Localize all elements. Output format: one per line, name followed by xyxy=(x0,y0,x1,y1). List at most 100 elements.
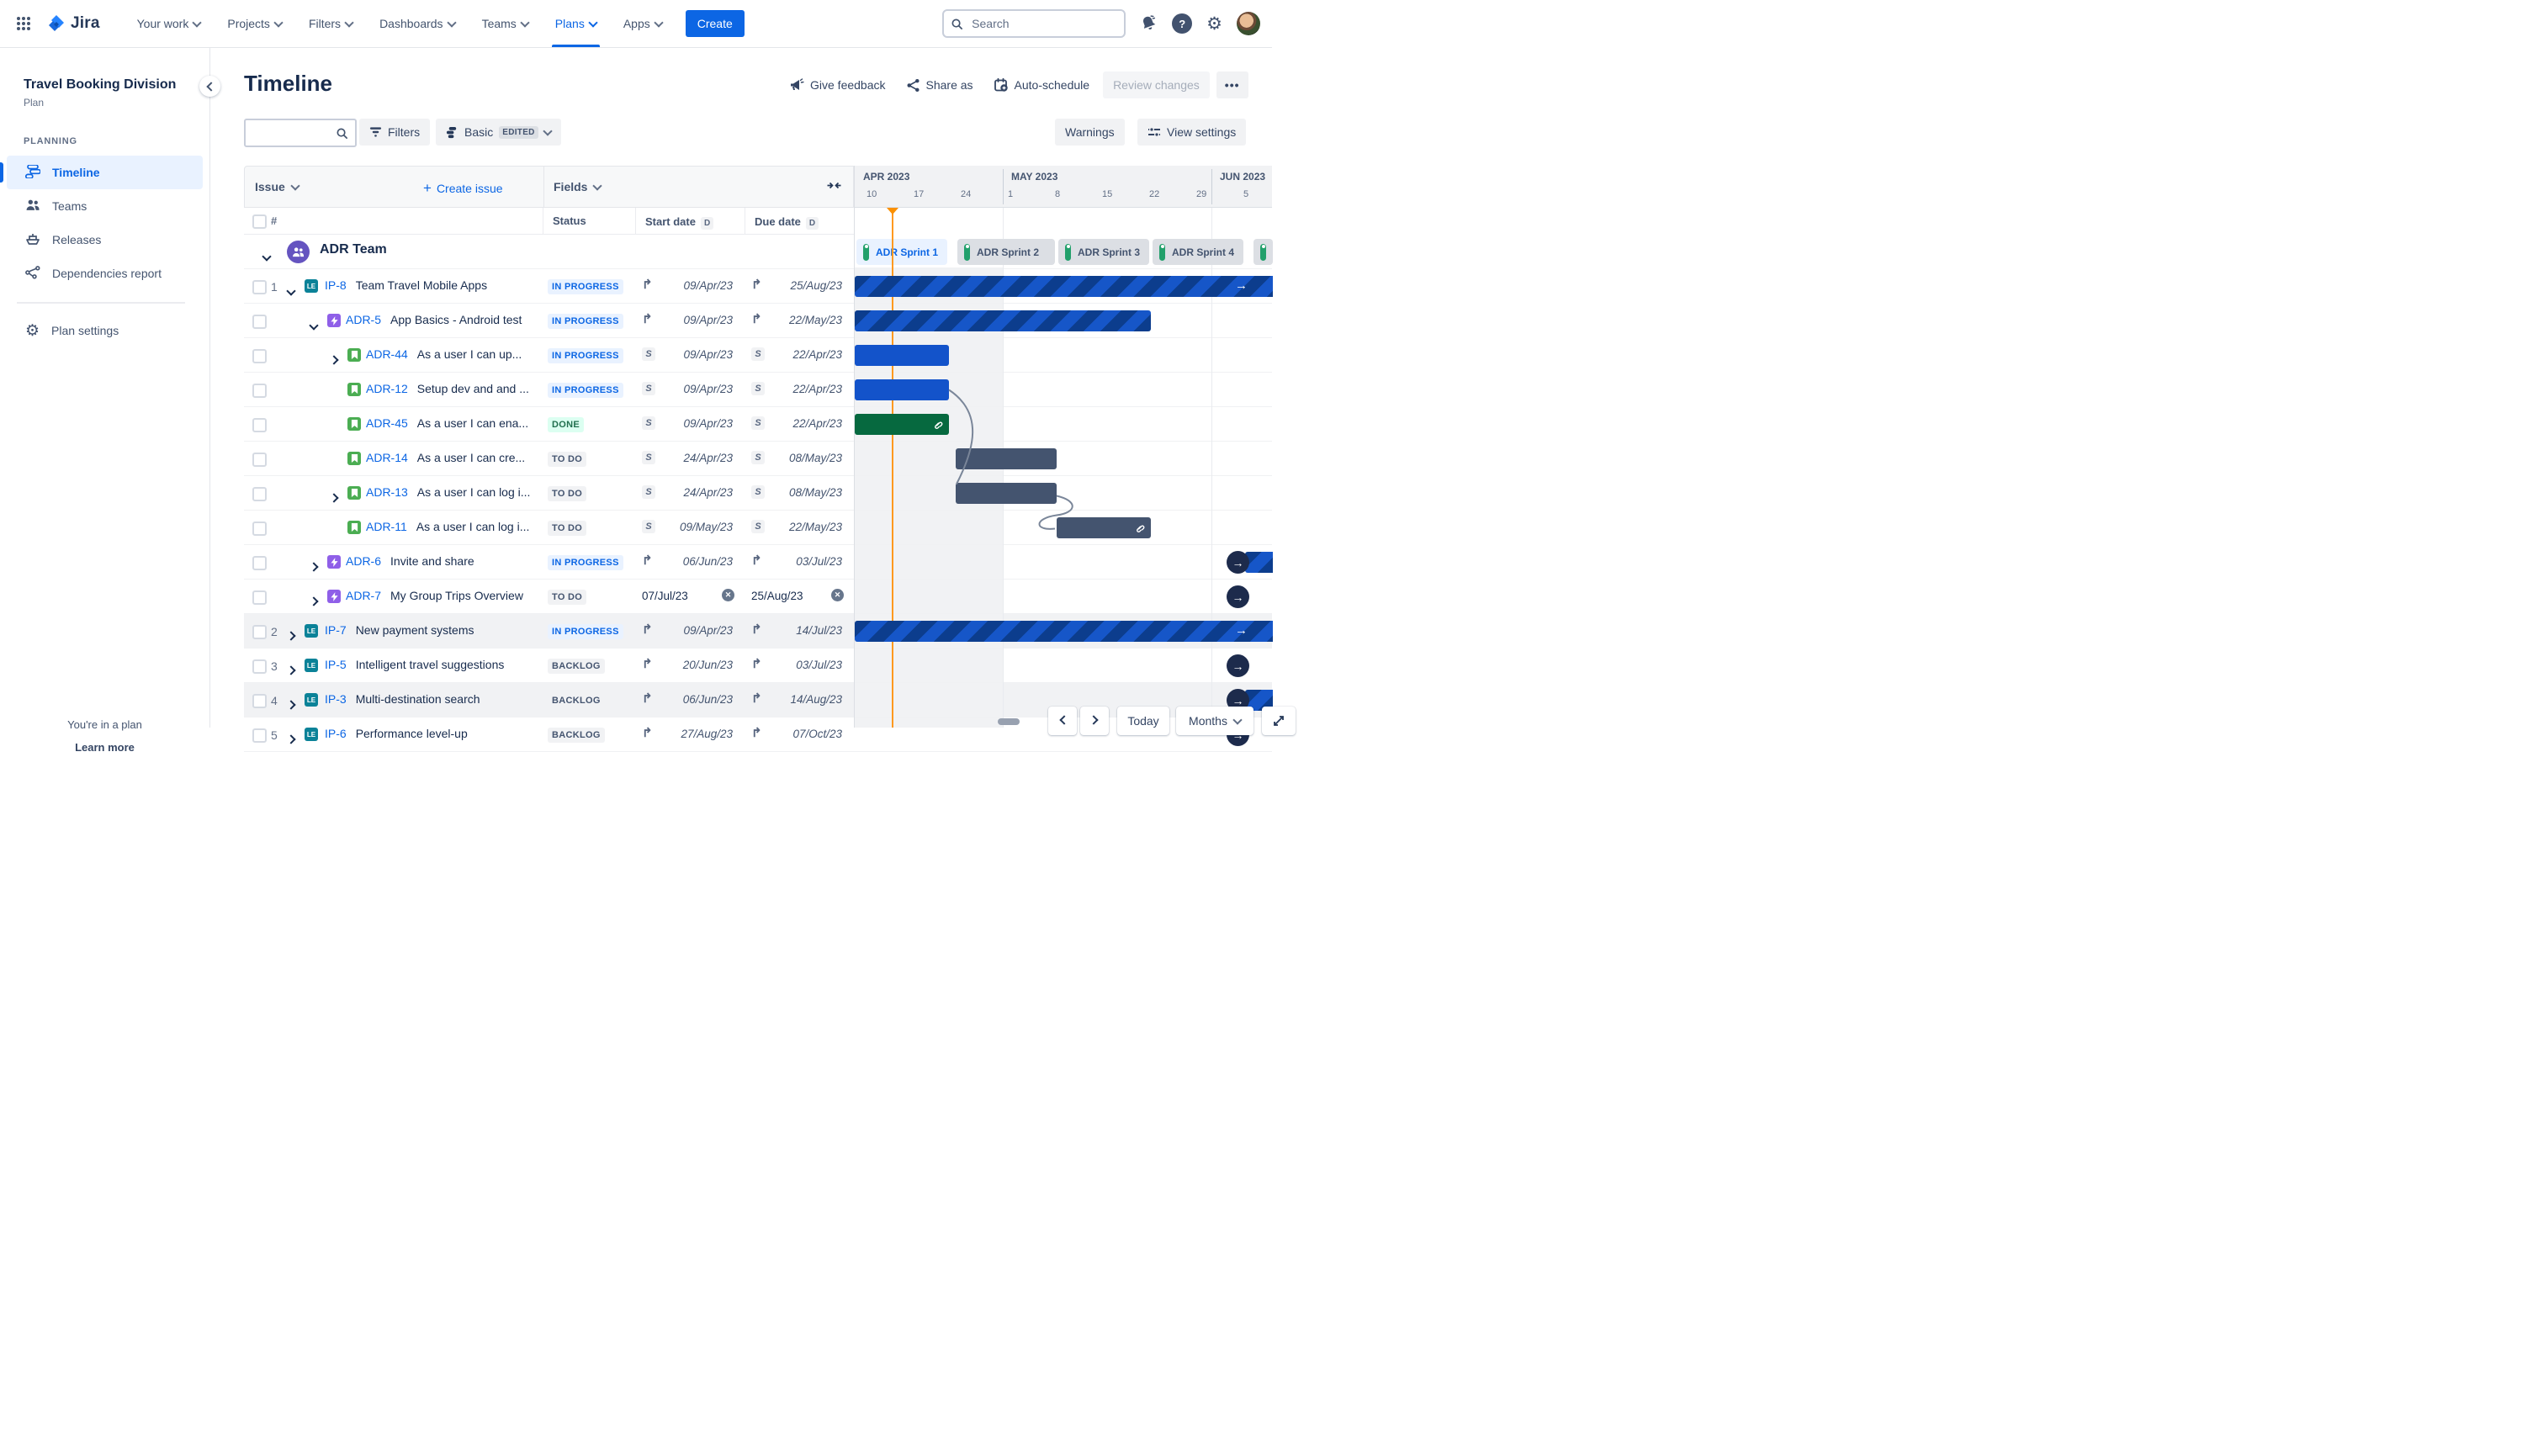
issue-title[interactable]: New payment systems xyxy=(356,623,474,637)
row-checkbox[interactable] xyxy=(252,694,267,708)
nav-item-your-work[interactable]: Your work xyxy=(125,0,213,47)
nav-item-dashboards[interactable]: Dashboards xyxy=(368,0,467,47)
start-date-value[interactable]: 07/Jul/23 xyxy=(642,590,688,602)
issue-title[interactable]: Team Travel Mobile Apps xyxy=(356,278,487,292)
row-expander[interactable] xyxy=(286,697,296,712)
scroll-prev-button[interactable] xyxy=(1048,707,1077,735)
start-date-value[interactable]: 09/Apr/23 xyxy=(683,417,733,430)
status-badge[interactable]: TO DO xyxy=(548,590,587,605)
start-date-value[interactable]: 09/Apr/23 xyxy=(683,383,733,395)
jump-to-bar-button-ip-5[interactable]: → xyxy=(1227,654,1249,677)
table-row-ip-6[interactable]: 5 LE IP-6 Performance level-up BACKLOG ↱ 27/Au… xyxy=(244,717,854,752)
nav-item-filters[interactable]: Filters xyxy=(297,0,364,47)
settings-gear-icon[interactable]: ⚙ xyxy=(1206,15,1222,33)
row-expander[interactable] xyxy=(309,594,319,609)
sprint-chip-1[interactable]: ADR Sprint 1 xyxy=(856,239,947,265)
gantt-bar-ip-8[interactable] xyxy=(855,276,1273,297)
table-row-adr-7[interactable]: ADR-7 My Group Trips Overview TO DO 07/Jul/… xyxy=(244,580,854,614)
row-expander[interactable] xyxy=(286,732,296,747)
clear-date-icon[interactable]: ✕ xyxy=(722,589,734,601)
status-badge[interactable]: BACKLOG xyxy=(548,693,605,708)
sidebar-collapse-button[interactable] xyxy=(199,76,220,97)
row-checkbox[interactable] xyxy=(252,315,267,329)
issue-title[interactable]: As a user I can log i... xyxy=(417,485,531,499)
issue-key[interactable]: ADR-7 xyxy=(346,589,381,602)
due-date-value[interactable]: 08/May/23 xyxy=(789,452,842,464)
fields-menu[interactable]: Fields xyxy=(554,180,603,193)
gantt-bar-ip-7[interactable] xyxy=(855,621,1273,642)
table-row-adr-11[interactable]: ADR-11 As a user I can log i... TO DO S 09/M… xyxy=(244,511,854,545)
jump-to-bar-button-adr-7[interactable]: → xyxy=(1227,585,1249,608)
due-date-value[interactable]: 08/May/23 xyxy=(789,486,842,499)
status-badge[interactable]: IN PROGRESS xyxy=(548,624,623,639)
gantt-bar-adr-13[interactable] xyxy=(956,483,1057,504)
issue-title[interactable]: As a user I can up... xyxy=(417,347,522,361)
row-expander[interactable] xyxy=(309,318,319,333)
view-selector-button[interactable]: Basic EDITED xyxy=(436,119,561,146)
sidebar-item-timeline[interactable]: Timeline xyxy=(0,156,203,189)
start-date-value[interactable]: 27/Aug/23 xyxy=(681,728,733,740)
table-row-ip-8[interactable]: 1 LE IP-8 Team Travel Mobile Apps IN PROGRES… xyxy=(244,269,854,304)
zoom-level-dropdown[interactable]: Months xyxy=(1176,707,1253,735)
issue-key[interactable]: ADR-45 xyxy=(366,416,408,430)
status-badge[interactable]: BACKLOG xyxy=(548,728,605,743)
issue-title[interactable]: App Basics - Android test xyxy=(390,313,522,326)
global-search-input[interactable] xyxy=(970,16,1100,31)
row-checkbox[interactable] xyxy=(252,418,267,432)
issue-key[interactable]: IP-7 xyxy=(325,623,347,637)
sprint-chip-2[interactable]: ADR Sprint 2 xyxy=(957,239,1055,265)
nav-item-apps[interactable]: Apps xyxy=(612,0,674,47)
start-date-value[interactable]: 09/Apr/23 xyxy=(683,279,733,292)
row-expander[interactable] xyxy=(286,283,296,299)
status-badge[interactable]: IN PROGRESS xyxy=(548,348,623,363)
clear-date-icon[interactable]: ✕ xyxy=(831,589,844,601)
create-issue-button[interactable]: + Create issue xyxy=(423,180,503,197)
due-date-value[interactable]: 22/Apr/23 xyxy=(792,348,842,361)
nav-item-plans[interactable]: Plans xyxy=(543,0,608,47)
sprint-chip-4[interactable]: ADR Sprint 4 xyxy=(1153,239,1243,265)
table-row-adr-13[interactable]: ADR-13 As a user I can log i... TO DO S 24/A… xyxy=(244,476,854,511)
gantt-bar-adr-12[interactable] xyxy=(855,379,949,400)
status-badge[interactable]: DONE xyxy=(548,417,584,432)
issue-key[interactable]: IP-5 xyxy=(325,658,347,671)
help-icon[interactable]: ? xyxy=(1172,13,1193,34)
row-checkbox[interactable] xyxy=(252,349,267,363)
status-badge[interactable]: TO DO xyxy=(548,521,587,536)
due-date-value[interactable]: 14/Jul/23 xyxy=(796,624,842,637)
warnings-button[interactable]: Warnings xyxy=(1055,119,1125,146)
issue-key[interactable]: ADR-13 xyxy=(366,485,408,499)
team-group-row[interactable]: ADR Team xyxy=(244,235,854,269)
issue-key[interactable]: ADR-6 xyxy=(346,554,381,568)
status-badge[interactable]: IN PROGRESS xyxy=(548,555,623,570)
sidebar-item-dependencies-report[interactable]: Dependencies report xyxy=(7,257,203,290)
row-expander[interactable] xyxy=(329,352,339,368)
row-expander[interactable] xyxy=(286,628,296,643)
learn-more-link[interactable]: Learn more xyxy=(0,741,209,754)
issue-title[interactable]: As a user I can log i... xyxy=(416,520,530,533)
nav-item-projects[interactable]: Projects xyxy=(215,0,294,47)
app-switcher-icon[interactable] xyxy=(10,10,37,37)
issue-key[interactable]: IP-3 xyxy=(325,692,347,706)
due-date-value[interactable]: 22/Apr/23 xyxy=(792,383,842,395)
sprint-chip-3[interactable]: ADR Sprint 3 xyxy=(1058,239,1149,265)
start-date-value[interactable]: 06/Jun/23 xyxy=(683,555,733,568)
due-date-value[interactable]: 03/Jul/23 xyxy=(796,659,842,671)
row-checkbox[interactable] xyxy=(252,728,267,743)
due-date-value[interactable]: 07/Oct/23 xyxy=(792,728,842,740)
row-expander[interactable] xyxy=(286,663,296,678)
row-checkbox[interactable] xyxy=(252,556,267,570)
nav-item-teams[interactable]: Teams xyxy=(470,0,540,47)
review-changes-button[interactable]: Review changes xyxy=(1103,71,1210,98)
status-badge[interactable]: IN PROGRESS xyxy=(548,314,623,329)
table-row-adr-14[interactable]: ADR-14 As a user I can cre... TO DO S 24/Apr… xyxy=(244,442,854,476)
start-date-value[interactable]: 09/Apr/23 xyxy=(683,348,733,361)
issue-key[interactable]: IP-8 xyxy=(325,278,347,292)
due-date-value[interactable]: 22/May/23 xyxy=(789,521,842,533)
horizontal-scrollbar[interactable] xyxy=(998,718,1020,725)
row-checkbox[interactable] xyxy=(252,659,267,674)
due-date-value[interactable]: 03/Jul/23 xyxy=(796,555,842,568)
row-expander[interactable] xyxy=(329,490,339,506)
status-badge[interactable]: TO DO xyxy=(548,452,587,467)
collapse-fields-button[interactable] xyxy=(827,180,841,191)
notifications-bell-icon[interactable] xyxy=(1140,14,1158,33)
